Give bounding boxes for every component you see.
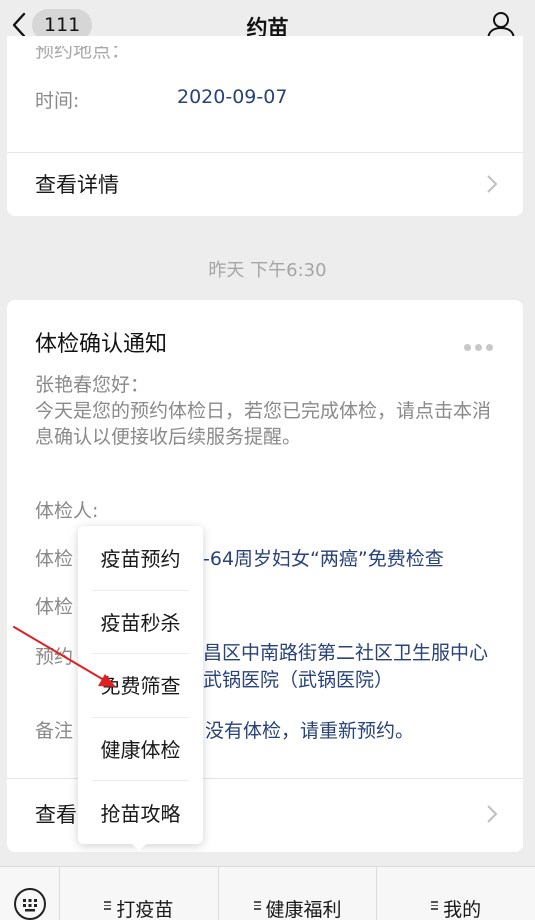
menu-tab-health-benefits[interactable]: 健康福利 <box>219 867 378 920</box>
notification-message: 今天是您的预约体检日，若您已完成体检，请点击本消息确认以便接收后续服务提醒。 <box>35 400 492 448</box>
menu-item-vaccine-booking[interactable]: 疫苗预约 <box>78 526 203 590</box>
divider <box>7 152 523 153</box>
menu-tab-label: 打疫苗 <box>116 899 174 920</box>
chevron-right-icon <box>487 175 498 193</box>
row-value: 昌区中南路街第二社区卫生服中心武锅医院（武锅医院） <box>203 642 489 691</box>
row-label: 体检人: <box>35 500 99 522</box>
popup-pointer <box>130 842 148 851</box>
greeting-text: 张艳春您好： <box>35 374 150 396</box>
view-details-link[interactable]: 查看 <box>35 799 77 829</box>
menu-tab-mine[interactable]: 我的 <box>377 867 535 920</box>
menu-item-booking-tips[interactable]: 抢苗攻略 <box>78 780 203 844</box>
message-card-previous: 预约地点： 时间: 2020-09-07 查看详情 <box>7 36 523 216</box>
time-label: 时间: <box>35 90 80 112</box>
menu-item-health-checkup[interactable]: 健康体检 <box>78 716 203 781</box>
row-label: 备注 <box>35 720 74 742</box>
message-timestamp: 昨天 下午6:30 <box>208 260 327 281</box>
submenu-popup: 疫苗预约 疫苗秒杀 免费筛查 健康体检 抢苗攻略 <box>78 526 203 844</box>
keyboard-toggle-button[interactable] <box>0 867 60 920</box>
time-value: 2020-09-07 <box>177 86 288 108</box>
menu-list-icon <box>253 901 261 910</box>
chevron-right-icon <box>487 805 498 823</box>
row-value: -64周岁妇女“两癌”免费检查 <box>203 548 444 570</box>
keyboard-icon <box>13 888 46 920</box>
menu-list-icon <box>104 901 112 910</box>
row-label: 体检 <box>35 548 74 570</box>
row-label: 体检 <box>35 596 74 618</box>
official-account-menu-bar: 打疫苗 健康福利 我的 <box>0 866 535 920</box>
menu-tab-vaccinate[interactable]: 打疫苗 <box>60 867 219 920</box>
menu-tab-label: 健康福利 <box>265 899 342 920</box>
view-details-link[interactable]: 查看详情 <box>35 169 119 199</box>
more-options-icon[interactable] <box>464 344 493 351</box>
menu-list-icon <box>431 901 439 910</box>
menu-tab-label: 我的 <box>443 899 482 920</box>
row-value: 没有体检，请重新预约。 <box>205 720 415 742</box>
clipped-row: 预约地点： <box>35 46 131 60</box>
menu-item-vaccine-flash-sale[interactable]: 疫苗秒杀 <box>78 589 203 654</box>
menu-item-free-screening[interactable]: 免费筛查 <box>78 653 203 717</box>
row-label: 预约 <box>35 646 74 668</box>
notification-title: 体检确认通知 <box>35 332 168 357</box>
